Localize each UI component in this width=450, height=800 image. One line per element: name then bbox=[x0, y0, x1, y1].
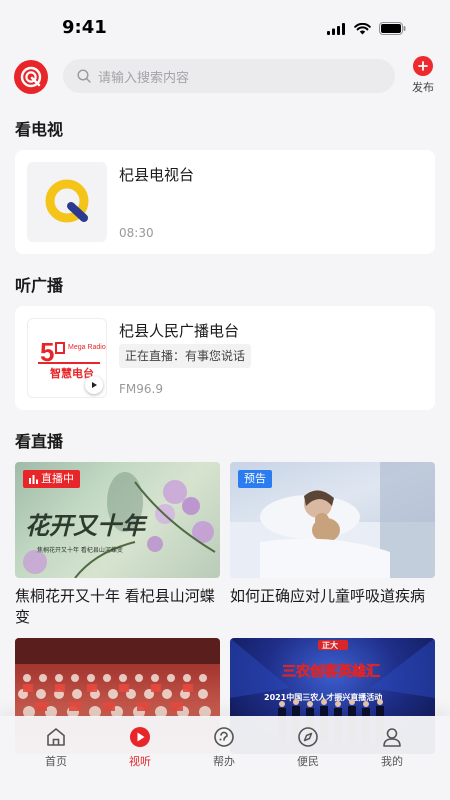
live-item-1[interactable]: 花开又十年 焦桐花开又十年 看杞县山河蝶变 直播中 焦桐花开又十年 看杞县山河蝶… bbox=[15, 462, 220, 628]
logo-icon bbox=[20, 66, 42, 88]
live-item-2-title: 如何正确应对儿童呼吸道疾病 bbox=[230, 587, 426, 605]
bottom-tab-bar: 首页 视听 帮办 便民 我的 bbox=[0, 716, 450, 800]
live-item-4-art-text: 三农创客英雄汇 bbox=[282, 663, 380, 680]
compass-icon bbox=[298, 727, 318, 747]
status-time: 9:41 bbox=[62, 17, 107, 38]
radio-logo-top-text: Mega Radio bbox=[68, 344, 106, 351]
signal-icon bbox=[327, 22, 345, 35]
tv-station-logo bbox=[27, 162, 107, 242]
section-title-radio: 听广播 bbox=[15, 276, 64, 295]
play-icon bbox=[130, 727, 150, 747]
preview-badge: 预告 bbox=[238, 470, 272, 488]
top-bar: 请输入搜索内容 发布 bbox=[0, 56, 450, 100]
tab-profile-label: 我的 bbox=[381, 755, 403, 768]
search-icon bbox=[77, 69, 91, 83]
tab-help[interactable]: 帮办 bbox=[194, 726, 254, 769]
live-item-1-title: 焦桐花开又十年 看杞县山河蝶变 bbox=[15, 587, 215, 626]
tv-station-time: 08:30 bbox=[119, 226, 154, 240]
live-badge: 直播中 bbox=[23, 470, 80, 488]
radio-station-name: 杞县人民广播电台 bbox=[119, 322, 240, 340]
bar-chart-icon bbox=[29, 474, 38, 484]
live-item-1-art-sub: 焦桐花开又十年 看杞县山河蝶变 bbox=[37, 546, 123, 554]
app-logo[interactable] bbox=[14, 60, 48, 94]
live-item-2-thumbnail: 预告 bbox=[230, 462, 435, 578]
search-placeholder: 请输入搜索内容 bbox=[98, 70, 190, 86]
home-icon bbox=[47, 728, 65, 746]
user-icon bbox=[383, 728, 401, 747]
status-bar: 9:41 bbox=[0, 0, 450, 54]
live-item-4-brand: 正大 bbox=[322, 640, 338, 650]
radio-frequency: FM96.9 bbox=[119, 382, 163, 396]
plus-icon bbox=[413, 56, 433, 76]
tab-services-label: 便民 bbox=[297, 755, 319, 768]
help-icon bbox=[214, 727, 234, 747]
section-title-tv: 看电视 bbox=[15, 120, 64, 139]
battery-icon bbox=[379, 22, 406, 35]
live-badge-label: 直播中 bbox=[41, 472, 74, 485]
tab-media[interactable]: 视听 bbox=[110, 726, 170, 769]
search-input[interactable]: 请输入搜索内容 bbox=[63, 59, 395, 93]
section-title-live: 看直播 bbox=[15, 432, 64, 451]
radio-live-status: 正在直播：有事您说话 bbox=[119, 344, 252, 368]
tab-services[interactable]: 便民 bbox=[278, 726, 338, 769]
tv-station-card[interactable]: 杞县电视台 08:30 bbox=[15, 150, 435, 254]
publish-button[interactable]: 发布 bbox=[406, 56, 440, 95]
tab-help-label: 帮办 bbox=[213, 755, 235, 768]
tab-profile[interactable]: 我的 bbox=[362, 726, 422, 769]
status-icons bbox=[327, 22, 406, 35]
tab-home-label: 首页 bbox=[45, 755, 67, 768]
live-item-1-thumbnail: 花开又十年 焦桐花开又十年 看杞县山河蝶变 直播中 bbox=[15, 462, 220, 578]
publish-label: 发布 bbox=[412, 81, 434, 94]
radio-station-card[interactable]: 5 Mega Radio 智慧电台 杞县人民广播电台 正在直播：有事您说话 FM… bbox=[15, 306, 435, 410]
tv-station-name: 杞县电视台 bbox=[119, 166, 195, 184]
live-item-2[interactable]: 预告 如何正确应对儿童呼吸道疾病 bbox=[230, 462, 435, 607]
live-item-1-art-text: 花开又十年 bbox=[25, 511, 148, 540]
tab-media-label: 视听 bbox=[129, 755, 151, 768]
wifi-icon bbox=[354, 22, 371, 34]
radio-station-logo: 5 Mega Radio 智慧电台 bbox=[27, 318, 107, 398]
play-icon[interactable] bbox=[85, 376, 103, 394]
tab-home[interactable]: 首页 bbox=[26, 726, 86, 769]
